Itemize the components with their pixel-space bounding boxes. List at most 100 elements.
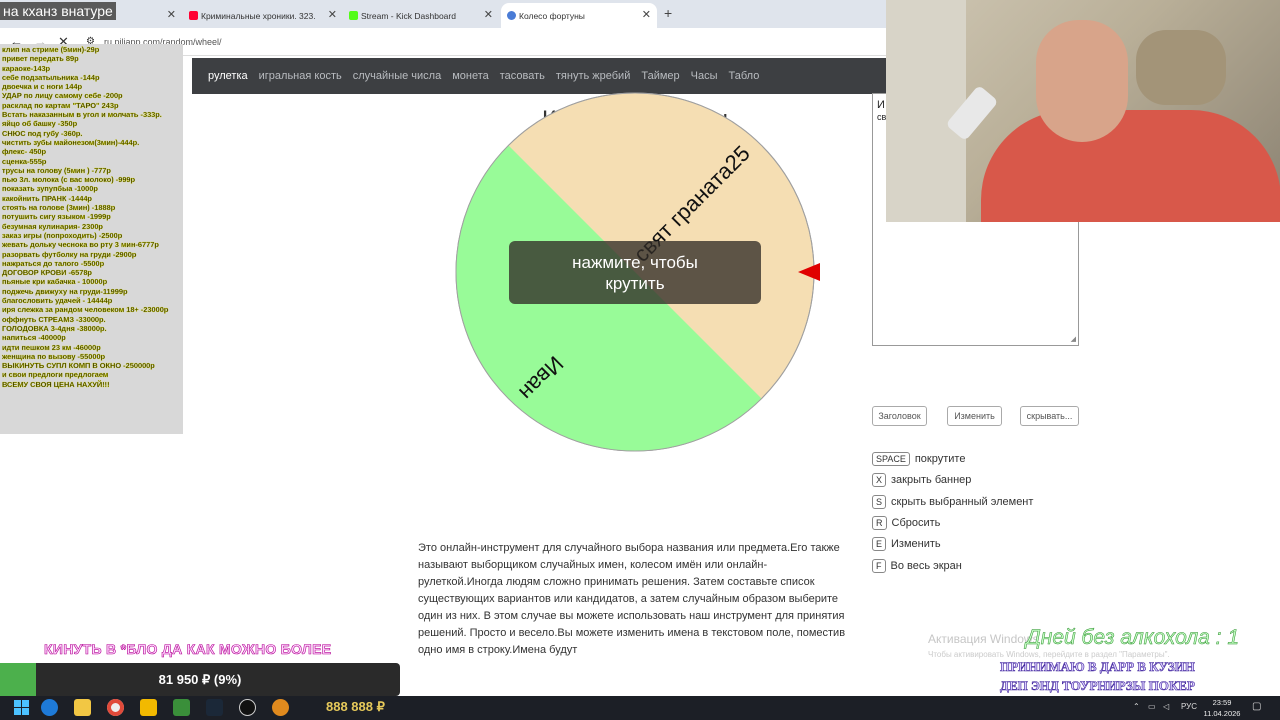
donate-menu-item: чистить зубы майонезом(3мин)-444р. <box>2 137 140 147</box>
donate-menu-item: безумная кулинария- 2300р <box>2 221 103 231</box>
donate-menu-item: пьяные кри кабачка - 10000р <box>2 277 108 287</box>
donation-goal-bar: 81 950 ₽ (9%) <box>0 663 400 696</box>
webcam-person-shirt <box>981 110 1280 222</box>
file-explorer-icon[interactable] <box>74 699 91 716</box>
language-indicator[interactable]: РУС <box>1181 702 1197 711</box>
volume-icon[interactable]: ◁ <box>1163 702 1169 711</box>
wheel-pointer-icon <box>798 263 820 281</box>
donate-menu-item: оффнуть СТРЕАМЗ -33000р. <box>2 314 106 324</box>
site-nav-item[interactable]: Табло <box>729 70 760 82</box>
screen: ✕ Криминальные хроники. 323. ✕ Stream - … <box>0 0 1280 720</box>
sobriety-counter: Дней без алкохола : 1 <box>1026 626 1240 650</box>
donate-menu-item: ГОЛОДОВКА 3-4дня -38000р. <box>2 323 107 333</box>
site-nav-item[interactable]: монета <box>452 70 489 82</box>
donation-goal-label: КИНУТЬ В *БЛО ДА КАК МОЖНО БОЛЕЕ <box>44 641 332 658</box>
tab-youtube[interactable]: Криминальные хроники. 323. ✕ <box>183 3 343 28</box>
obs-icon[interactable] <box>239 699 256 716</box>
shortcut-label: Изменить <box>891 538 941 551</box>
taskbar-clock[interactable]: 23:59 11.04.2026 <box>1200 697 1244 719</box>
close-tab-icon[interactable]: ✕ <box>167 8 176 21</box>
shortcut-label: скрыть выбранный элемент <box>891 495 1034 508</box>
new-tab-icon[interactable]: + <box>664 5 672 21</box>
resize-handle-icon[interactable]: ◢ <box>1071 335 1076 343</box>
windows-activation-subtitle: Чтобы активировать Windows, перейдите в … <box>928 650 1170 659</box>
stream-title: на кханз внатуре <box>0 2 116 20</box>
donate-menu-item: ВЫКИНУТЬ СУПЛ КОМП В ОКНО -250000р <box>2 361 155 371</box>
site-nav-item[interactable]: Таймер <box>641 70 679 82</box>
tray-chevron-icon[interactable]: ⌃ <box>1133 702 1140 711</box>
shortcut-row: Xзакрыть баннер <box>872 473 971 488</box>
spin-button[interactable]: нажмите, чтобы крутить <box>509 241 761 304</box>
windows-activation-title: Активация Windows <box>928 632 1039 646</box>
app-icon[interactable] <box>140 699 157 716</box>
tab-wheel[interactable]: Колесо фортуны ✕ <box>501 3 657 28</box>
promo-line-1: ПРИНИМАЮ В ДАРР В КУЗИН <box>1000 659 1195 675</box>
tab-label: Колесо фортуны <box>519 10 585 21</box>
hide-button[interactable]: скрывать... <box>1020 406 1079 426</box>
donate-menu-item: идти пешком 23 км -46000р <box>2 342 101 352</box>
edge-icon[interactable] <box>41 699 58 716</box>
donate-menu-item: караоке-143р <box>2 63 51 73</box>
site-nav-item[interactable]: тянуть жребий <box>556 70 630 82</box>
shortcut-label: Сбросить <box>891 516 941 529</box>
notification-icon[interactable]: ▢ <box>1252 701 1261 712</box>
donate-menu-item: жевать дольку чеснока во рту 3 мин-6777р <box>2 240 159 250</box>
edit-button[interactable]: Изменить <box>947 406 1002 426</box>
tab-label: Stream - Kick Dashboard <box>361 10 456 21</box>
site-nav-item[interactable]: тасовать <box>500 70 545 82</box>
network-icon[interactable]: ▭ <box>1148 702 1156 711</box>
app-icon-2[interactable] <box>272 699 289 716</box>
site-nav: рулетка игральная кость случайные числа мон… <box>192 58 886 94</box>
donate-menu-item: себе подзатыльника -144р <box>2 72 100 82</box>
shortcut-key: X <box>872 473 887 488</box>
close-tab-icon[interactable]: ✕ <box>642 8 651 21</box>
site-nav-item[interactable]: рулетка <box>208 70 248 82</box>
shortcut-label: покрутите <box>914 453 966 465</box>
tab-kick[interactable]: Stream - Kick Dashboard ✕ <box>343 3 499 28</box>
donate-menu-item: ДОГОВОР КРОВИ -6578р <box>2 268 92 278</box>
nvidia-icon[interactable] <box>173 699 190 716</box>
webcam-feed <box>886 0 1280 222</box>
wheel-site-icon <box>507 11 516 20</box>
donate-menu-item: ВСЕМУ СВОЯ ЦЕНА НАХУЙ!!! <box>2 379 110 389</box>
chrome-icon[interactable] <box>107 699 124 716</box>
textarea-line: св <box>877 112 887 122</box>
webcam-person-head <box>1036 20 1128 142</box>
site-nav-item[interactable]: случайные числа <box>353 70 441 82</box>
site-nav-item[interactable]: игральная кость <box>259 70 342 82</box>
donate-menu-item: яйцо об башку -350р <box>2 119 78 129</box>
donate-menu-item: флекс- 450р <box>2 147 47 157</box>
clock-time: 23:59 <box>1212 698 1232 707</box>
spin-label: нажмите, чтобы крутить <box>572 252 698 293</box>
close-tab-icon[interactable]: ✕ <box>484 8 493 21</box>
title-button[interactable]: Заголовок <box>872 406 927 426</box>
taskbar-money-overlay: 888 888 ₽ <box>326 699 385 714</box>
donate-menu-item: Встать наказанным в угол и молчать -333р… <box>2 110 162 120</box>
steam-icon[interactable] <box>206 699 223 716</box>
shortcut-row: Sскрыть выбранный элемент <box>872 494 1034 509</box>
shortcut-row: E Изменить <box>872 537 941 552</box>
donate-menu-item: расклад по картам "ТАРО" 243р <box>2 100 119 110</box>
description-text: Это онлайн-инструмент для случайного выб… <box>418 542 846 656</box>
donate-menu-item: благословить удачей - 14444р <box>2 296 113 306</box>
donation-goal-text: 81 950 ₽ (9%) <box>158 672 242 687</box>
shortcut-key: SPACE <box>872 452 910 466</box>
shortcut-row: SPACE покрутите <box>872 452 965 466</box>
donate-menu-item: двоечка и с ноги 144р <box>2 82 82 92</box>
site-nav-item[interactable]: Часы <box>691 70 718 82</box>
kick-icon <box>349 11 358 20</box>
donate-menu-item: поджечь движуху на груди-11999р <box>2 286 128 296</box>
donate-menu-item: клип на стриме (5мин)-29р <box>2 45 100 54</box>
youtube-icon <box>189 11 198 20</box>
donate-menu-item: нажраться до талого -5500р <box>2 258 105 268</box>
donate-menu-item: УДАР по лицу самому себе -200р <box>2 91 123 101</box>
clock-date: 11.04.2026 <box>1203 709 1241 718</box>
shortcut-key: E <box>872 537 887 552</box>
windows-start-icon[interactable] <box>13 699 30 716</box>
donate-menu-item: показать зупупбыа -1000р <box>2 184 98 194</box>
donate-menu-item: иря слежка за рандом человеком 18+ -2300… <box>2 305 169 315</box>
donate-menu-item: женщина по вызову -55000р <box>2 351 106 361</box>
donate-menu-item: и свои предлоги предлогаем <box>2 370 109 380</box>
close-tab-icon[interactable]: ✕ <box>328 8 337 21</box>
promo-line-2: ДЕП ЭНД ТОУРНИРЗЫ ПОКЕР <box>1000 678 1196 694</box>
